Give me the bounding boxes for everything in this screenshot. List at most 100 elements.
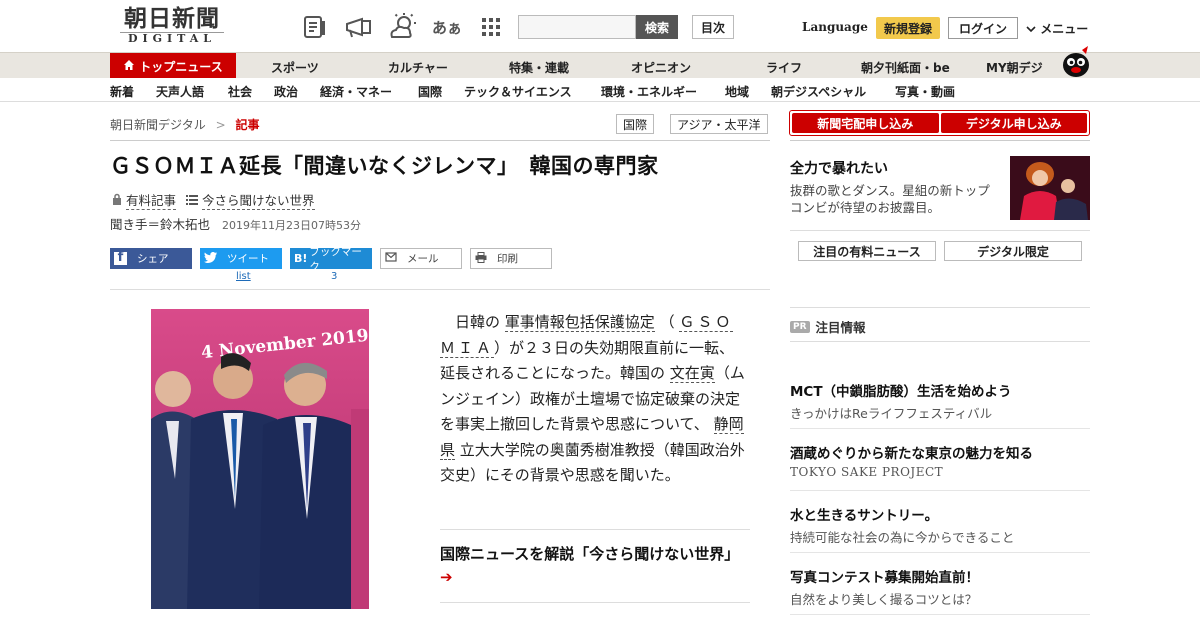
subnav-item-tech[interactable]: テック＆サイエンス (464, 83, 572, 100)
logo-sub-text: DIGITAL (120, 32, 224, 45)
arrow-right-icon: ➔ (440, 568, 453, 586)
article-meta: 有料記事 今さら聞けない世界 (112, 190, 315, 210)
menu-label: メニュー (1040, 22, 1089, 36)
moon-jae-in-link[interactable]: 文在寅 (669, 364, 715, 383)
publish-date: 2019年11月23日07時53分 (222, 219, 361, 232)
paid-article[interactable]: 有料記事 (112, 190, 177, 210)
hatena-count: 3 (331, 271, 338, 282)
body-text-5: 立大大学院の奥薗秀樹准教授（韓国政治外交史）にその背景や思惑を聞いた。 (440, 440, 745, 485)
lock-icon (112, 193, 122, 208)
menu-button[interactable]: メニュー (1026, 20, 1088, 37)
subnav-item-society[interactable]: 社会 (228, 83, 252, 100)
chevron-down-icon (1026, 22, 1040, 36)
tab-digital-only[interactable]: デジタル限定 (944, 241, 1082, 261)
twitter-share-label: ツイート (227, 253, 269, 265)
divider (110, 140, 770, 141)
ad-image[interactable] (1010, 156, 1090, 220)
subnav-item-photo[interactable]: 写真・動画 (895, 83, 955, 100)
twitter-count[interactable]: list (236, 271, 251, 282)
body-text-2: （ (659, 313, 675, 331)
nav-top-news-label: トップニュース (139, 59, 223, 74)
ad-title[interactable]: 全力で暴れたい (790, 158, 888, 178)
mail-share-button[interactable]: メール (380, 248, 462, 269)
ad-text: 抜群の歌とダンス。星組の新トップコンビが待望のお披露目。 (790, 183, 990, 215)
tab-paid-news[interactable]: 注目の有料ニュース (798, 241, 936, 261)
subnav-item-tensei[interactable]: 天声人語 (156, 83, 204, 100)
print-button[interactable]: 印刷 (470, 248, 552, 269)
subnav-item-politics[interactable]: 政治 (274, 83, 298, 100)
nav-item-features[interactable]: 特集・連載 (509, 59, 569, 76)
related-series-link[interactable]: 国際ニュースを解説「今さら聞けない世界」 ➔ (440, 543, 750, 589)
list-icon (186, 193, 199, 208)
divider (790, 307, 1090, 308)
subnav-item-environment[interactable]: 環境・エネルギー (601, 83, 697, 100)
newspaper-subscribe-button[interactable]: 新聞宅配申し込み (792, 113, 939, 133)
nav-item-culture[interactable]: カルチャー (388, 59, 448, 76)
pr-item-subtitle: TOKYO SAKE PROJECT (790, 465, 944, 479)
pr-item-title[interactable]: 写真コンテスト募集開始直前！ (790, 566, 979, 586)
body-text-1: 日韓の (455, 313, 501, 331)
tag-international[interactable]: 国際 (616, 114, 655, 134)
pr-item-title[interactable]: 酒蔵めぐりから新たな東京の魅力を知る (790, 442, 1033, 462)
nav-item-life[interactable]: ライフ (766, 59, 802, 76)
pr-item-title[interactable]: 水と生きるサントリー。 (790, 504, 938, 524)
facebook-share-button[interactable]: f シェア (110, 248, 192, 269)
article-body: 日韓の 軍事情報包括保護協定 （ ＧＳＯＭＩＡ）が２３日の失効期限直前に一転、延… (440, 310, 746, 489)
divider (440, 602, 750, 603)
byline: 聞き手＝鈴木拓也 2019年11月23日07時53分 (110, 214, 361, 233)
login-button[interactable]: ログイン (948, 17, 1018, 39)
search-button[interactable]: 検索 (636, 15, 678, 39)
subnav-item-special[interactable]: 朝デジスペシャル (771, 83, 866, 100)
divider (790, 140, 1090, 141)
digital-subscribe-button[interactable]: デジタル申し込み (940, 113, 1087, 133)
subscription-promo: 新聞宅配申し込み デジタル申し込み (789, 110, 1090, 136)
nav-top-news[interactable]: トップニュース (110, 53, 236, 79)
pr-item-subtitle: 自然をより美しく撮るコツとは？ (790, 592, 978, 607)
newspaper-icon[interactable] (298, 12, 332, 42)
pr-item-subtitle: きっかけはReライフフェスティバル (790, 406, 993, 421)
nav-item-paper[interactable]: 朝夕刊紙面・be (861, 59, 950, 76)
breadcrumb-separator: > (215, 118, 226, 132)
divider (790, 614, 1090, 615)
sub-nav: 新着 天声人語 社会 政治 経済・マネー 国際 テック＆サイエンス 環境・エネル… (0, 78, 1200, 102)
nav-item-sports[interactable]: スポーツ (271, 59, 319, 76)
divider (790, 341, 1090, 342)
breadcrumb: 朝日新聞デジタル > 記事 (110, 116, 260, 133)
search-input[interactable] (518, 15, 636, 39)
hatena-bookmark-button[interactable]: B! ブックマーク (290, 246, 372, 273)
paid-article-label: 有料記事 (126, 190, 177, 210)
subnav-item-international[interactable]: 国際 (418, 83, 442, 100)
divider (440, 529, 750, 530)
twitter-share-button[interactable]: ツイート (200, 248, 282, 269)
toc-button[interactable]: 目次 (692, 15, 734, 39)
gsomia-full-link[interactable]: 軍事情報包括保護協定 (504, 313, 655, 332)
megaphone-icon[interactable] (342, 12, 376, 42)
pr-item-subtitle: 持続可能な社会の為に今からできること (790, 530, 1015, 545)
facebook-share-label: シェア (137, 253, 169, 265)
tag-asia-pacific[interactable]: アジア・太平洋 (670, 114, 768, 134)
language-link[interactable]: Language (802, 20, 868, 34)
breadcrumb-home[interactable]: 朝日新聞デジタル (110, 118, 206, 132)
divider (790, 490, 1090, 491)
nav-item-opinion[interactable]: オピニオン (631, 59, 691, 76)
register-button[interactable]: 新規登録 (876, 17, 940, 39)
hatena-label: ブックマーク (309, 245, 362, 273)
weather-icon[interactable] (386, 12, 420, 42)
font-size-icon[interactable]: あぁ (430, 12, 464, 42)
print-label: 印刷 (497, 253, 518, 265)
subnav-item-latest[interactable]: 新着 (110, 83, 134, 100)
mail-label: メール (407, 253, 439, 265)
series-link[interactable]: 今さら聞けない世界 (186, 190, 315, 210)
pr-section-header: PR 注目情報 (790, 317, 866, 336)
subnav-item-economy[interactable]: 経済・マネー (320, 83, 392, 100)
subnav-item-region[interactable]: 地域 (725, 83, 749, 100)
nav-item-my-asahi[interactable]: MY朝デジ (986, 59, 1043, 76)
site-logo[interactable]: 朝日新聞 DIGITAL (112, 6, 232, 48)
pr-section-title: 注目情報 (815, 320, 866, 335)
facebook-icon: f (114, 250, 127, 265)
grid-icon[interactable] (474, 12, 508, 42)
article-photo[interactable]: 4 November 2019, (151, 309, 369, 609)
mascot-icon[interactable] (1060, 44, 1092, 78)
pr-item-title[interactable]: MCT（中鎖脂肪酸）生活を始めよう (790, 380, 1012, 400)
twitter-bird-icon (204, 251, 217, 266)
